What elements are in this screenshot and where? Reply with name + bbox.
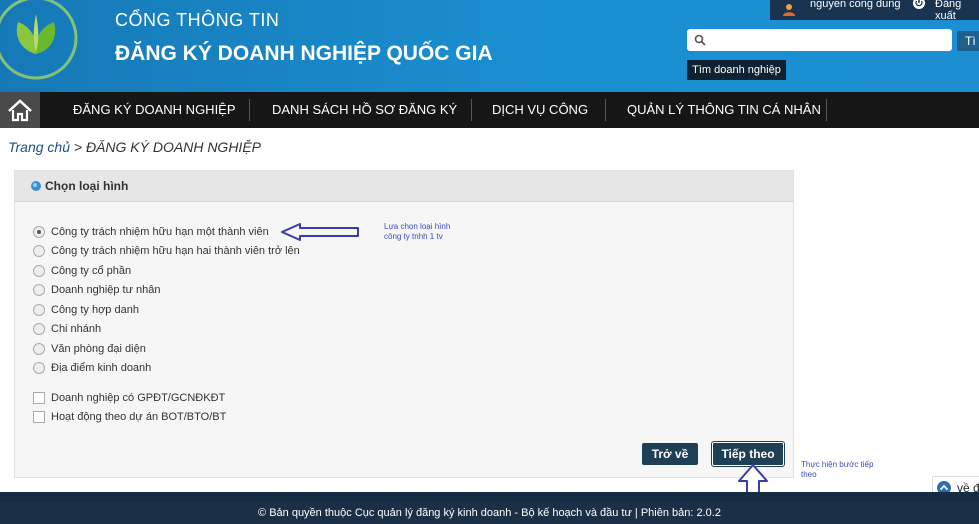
radio-button[interactable] — [33, 343, 45, 355]
radio-button[interactable] — [33, 226, 45, 238]
radio-button[interactable] — [33, 284, 45, 296]
option-label: Doanh nghiệp tư nhân — [51, 284, 161, 296]
option-label: Công ty trách nhiệm hữu hạn hai thành vi… — [51, 245, 300, 257]
user-icon — [783, 4, 795, 16]
search-input[interactable] — [711, 31, 945, 49]
option-label: Công ty trách nhiệm hữu hạn một thành vi… — [51, 226, 269, 238]
search-tooltip: Tìm doanh nghiệp — [687, 60, 786, 80]
option-label: Văn phòng đại diện — [51, 343, 146, 355]
search-box — [687, 29, 952, 51]
breadcrumb: Trang chủ > ĐĂNG KÝ DOANH NGHIỆP — [8, 139, 261, 155]
home-icon — [8, 99, 32, 122]
user-bar: nguyen cong dung Đăng xuất — [770, 0, 979, 22]
nav-item-register[interactable]: ĐĂNG KÝ DOANH NGHIỆP — [73, 92, 236, 128]
annotation-select-type: Lựa chọn loại hình công ty tnhh 1 tv — [384, 222, 450, 242]
checkbox[interactable] — [33, 392, 45, 404]
nav-divider — [605, 99, 606, 121]
checkbox[interactable] — [33, 411, 45, 423]
checkbox-label: Doanh nghiệp có GPĐT/GCNĐKĐT — [51, 392, 226, 404]
main-nav: ĐĂNG KÝ DOANH NGHIỆP DANH SÁCH HỒ SƠ ĐĂN… — [0, 92, 979, 128]
nav-home-button[interactable] — [0, 92, 40, 128]
user-name-link[interactable]: nguyen cong dung — [810, 0, 901, 10]
option-label: Công ty hợp danh — [51, 304, 139, 316]
nav-item-personal-info[interactable]: QUẢN LÝ THÔNG TIN CÁ NHÂN — [627, 92, 821, 128]
bullet-icon — [31, 181, 41, 191]
breadcrumb-current: ĐĂNG KÝ DOANH NGHIỆP — [85, 139, 261, 155]
annotation-line: Thực hiện bước tiếp — [801, 460, 874, 469]
nav-item-applications[interactable]: DANH SÁCH HỒ SƠ ĐĂNG KÝ — [272, 92, 457, 128]
nav-divider — [249, 99, 250, 121]
breadcrumb-home-link[interactable]: Trang chủ — [8, 139, 70, 155]
power-icon — [913, 0, 925, 9]
annotation-line: theo — [801, 470, 817, 479]
annotation-arrow-left-icon — [281, 223, 359, 241]
logout-link[interactable]: Đăng xuất — [935, 0, 979, 22]
radio-button[interactable] — [33, 265, 45, 277]
panel-header: Chọn loại hình — [15, 171, 793, 202]
nav-divider — [826, 99, 827, 121]
site-header: CỔNG THÔNG TIN ĐĂNG KÝ DOANH NGHIỆP QUỐC… — [0, 0, 979, 92]
annotation-line: công ty tnhh 1 tv — [384, 232, 443, 241]
checkbox-label: Hoạt động theo dự án BOT/BTO/BT — [51, 411, 227, 423]
company-type-panel: Chọn loại hình Công ty trách nhiệm hữu h… — [14, 170, 794, 478]
footer-copyright: © Bản quyền thuộc Cục quản lý đăng ký ki… — [0, 502, 979, 524]
breadcrumb-separator: > — [73, 139, 83, 155]
footer-divider — [0, 492, 979, 502]
annotation-next-step: Thực hiện bước tiếp theo — [801, 460, 873, 480]
radio-button[interactable] — [33, 323, 45, 335]
back-button[interactable]: Trở về — [642, 443, 698, 465]
option-label: Công ty cổ phần — [51, 265, 132, 277]
nav-item-public-services[interactable]: DỊCH VỤ CÔNG — [492, 92, 588, 128]
radio-button[interactable] — [33, 304, 45, 316]
search-button[interactable]: Tì — [957, 31, 979, 51]
option-label: Địa điểm kinh doanh — [51, 362, 152, 374]
search-icon — [694, 34, 706, 46]
site-title-line2: ĐĂNG KÝ DOANH NGHIỆP QUỐC GIA — [115, 42, 493, 65]
site-title-line1: CỔNG THÔNG TIN — [115, 10, 280, 30]
panel-title: Chọn loại hình — [45, 179, 129, 193]
portal-logo — [0, 0, 78, 80]
radio-button[interactable] — [33, 362, 45, 374]
nav-divider — [471, 99, 472, 121]
radio-button[interactable] — [33, 245, 45, 257]
annotation-line: Lựa chọn loại hình — [384, 222, 451, 231]
option-label: Chi nhánh — [51, 323, 102, 335]
